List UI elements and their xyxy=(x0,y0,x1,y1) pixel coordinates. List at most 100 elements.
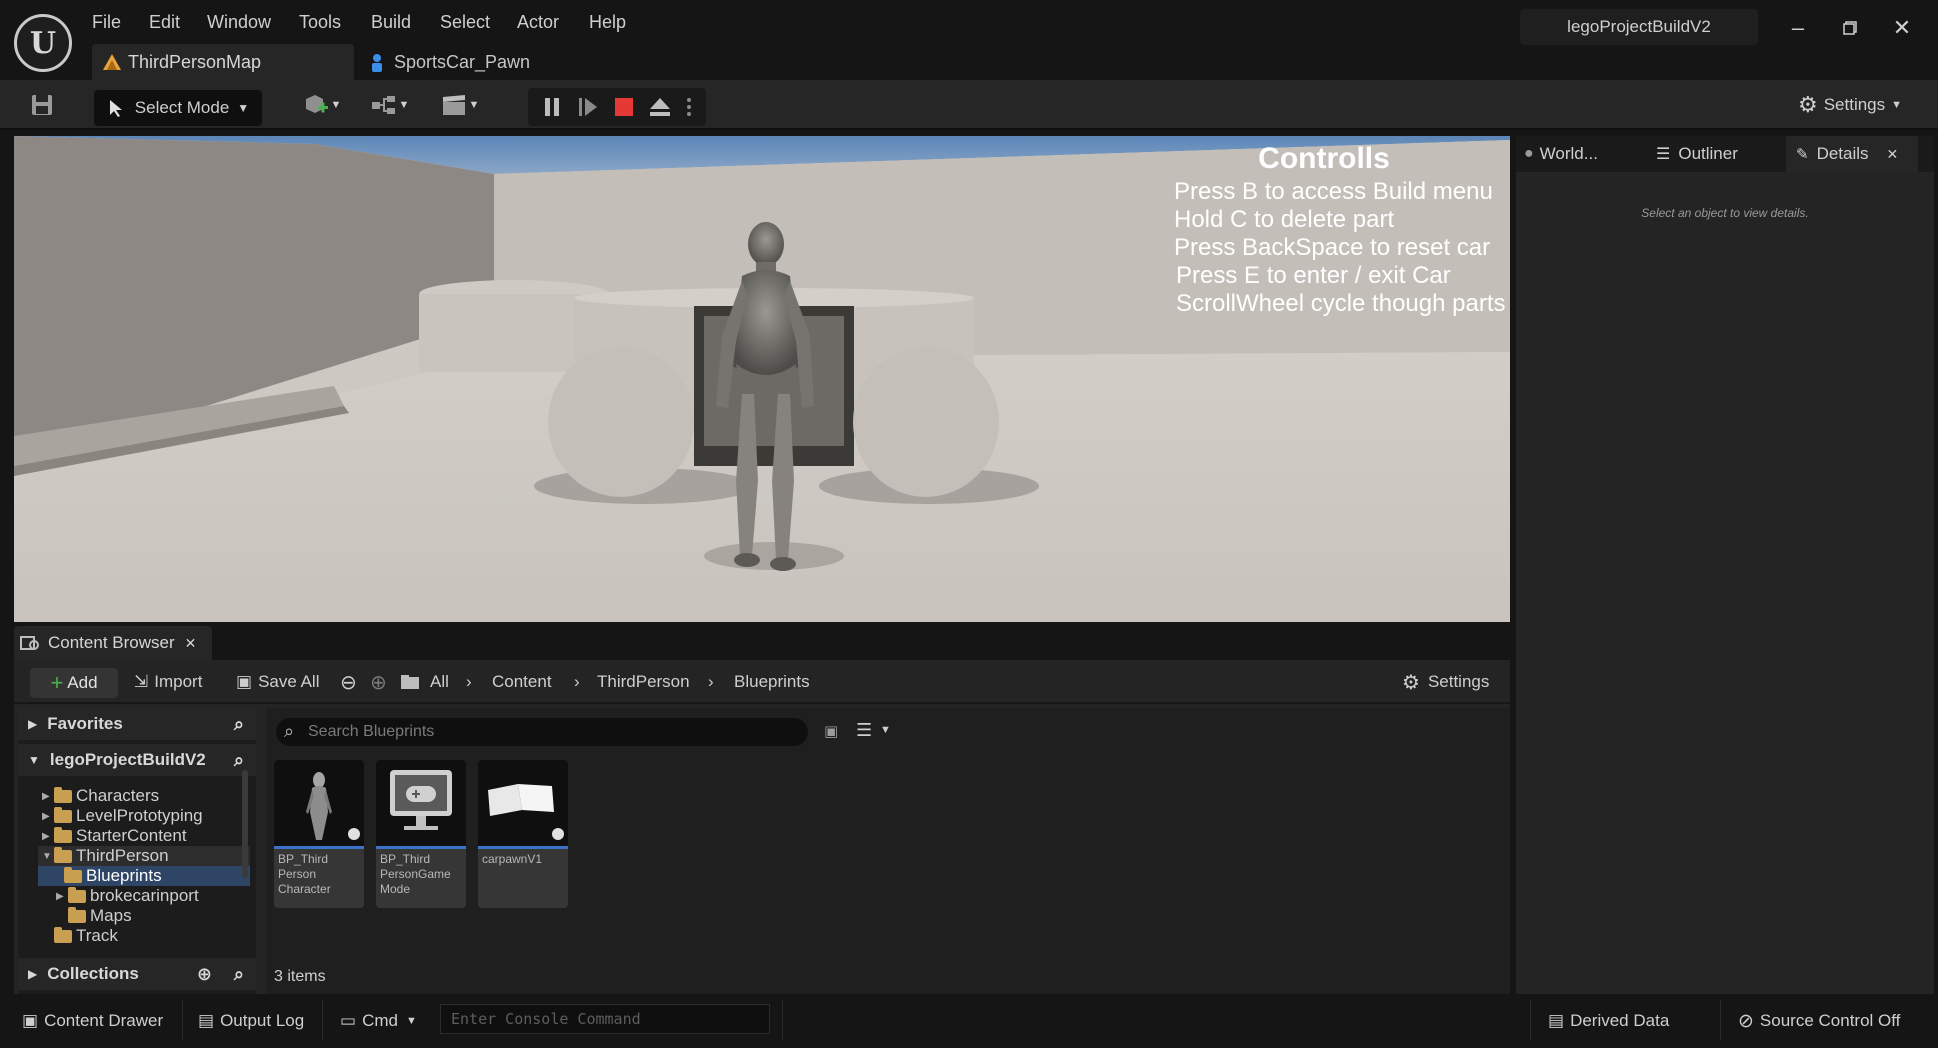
cinematics-button[interactable]: ▼ xyxy=(436,88,484,122)
blueprint-nodes-icon xyxy=(371,96,395,114)
tab-label: SportsCar_Pawn xyxy=(394,51,531,72)
output-log-button[interactable]: ▤ Output Log xyxy=(198,1004,304,1038)
tree-item-thirdperson[interactable]: ▼ ThirdPerson xyxy=(38,846,250,866)
menu-tools[interactable]: Tools xyxy=(299,12,341,38)
play-controls xyxy=(528,88,706,126)
stop-icon[interactable] xyxy=(610,92,638,122)
minimize-icon[interactable]: – xyxy=(1784,14,1812,42)
search-icon[interactable]: ⌕ xyxy=(234,750,244,771)
settings-button[interactable]: ⚙ Settings ▼ xyxy=(1790,88,1910,122)
controls-line: Press BackSpace to reset car xyxy=(1174,234,1491,261)
tab-sportscar-pawn[interactable]: SportsCar_Pawn xyxy=(358,44,598,80)
add-collection-icon[interactable]: ⊕ xyxy=(197,964,212,985)
filter-icon[interactable]: ☰ xyxy=(856,720,872,741)
close-icon[interactable]: ✕ xyxy=(1887,146,1899,163)
project-section[interactable]: ▼ legoProjectBuildV2 ⌕ xyxy=(18,744,256,776)
controls-title: Controlls xyxy=(1258,142,1390,175)
tree-item-blueprints[interactable]: Blueprints xyxy=(38,866,250,886)
settings-label: Settings xyxy=(1427,672,1490,691)
tree-item-brokecarinport[interactable]: ▶ brokecarinport xyxy=(56,886,199,906)
add-button[interactable]: + Add xyxy=(30,668,118,698)
restore-icon[interactable] xyxy=(1836,14,1864,42)
eject-icon[interactable] xyxy=(646,92,674,122)
save-search-icon[interactable]: ▣ xyxy=(824,722,838,740)
content-browser-tabrow: Content Browser ✕ xyxy=(14,626,1510,660)
database-icon: ▤ xyxy=(1548,1011,1565,1030)
menu-help[interactable]: Help xyxy=(589,12,626,38)
breadcrumb-thirdperson[interactable]: ThirdPerson xyxy=(597,670,690,694)
menu-build[interactable]: Build xyxy=(371,12,411,38)
no-entry-icon: ⊘ xyxy=(1738,1010,1754,1032)
chevron-down-icon: ▼ xyxy=(28,753,40,767)
search-icon[interactable]: ⌕ xyxy=(234,964,244,985)
menu-window[interactable]: Window xyxy=(207,12,271,38)
tree-scrollbar[interactable] xyxy=(242,770,248,878)
content-browser-icon xyxy=(20,634,40,657)
cb-settings-button[interactable]: ⚙ Settings xyxy=(1402,670,1489,694)
close-icon[interactable]: ✕ xyxy=(185,635,197,652)
tab-world-settings[interactable]: ● World... xyxy=(1524,136,1598,172)
more-options-icon[interactable] xyxy=(680,92,698,122)
cursor-icon xyxy=(109,100,122,117)
controls-line: Hold C to delete part xyxy=(1174,206,1395,233)
menu-actor[interactable]: Actor xyxy=(517,12,559,38)
breadcrumb-separator: › xyxy=(708,672,714,691)
menu-select[interactable]: Select xyxy=(440,12,490,38)
derived-data-button[interactable]: ▤ Derived Data xyxy=(1548,1004,1669,1038)
chevron-right-icon: ▶ xyxy=(28,967,38,981)
controls-line: Press B to access Build menu xyxy=(1174,178,1493,205)
forward-icon[interactable]: ⊕ xyxy=(370,670,387,694)
list-icon: ☰ xyxy=(1656,146,1671,163)
back-icon[interactable]: ⊖ xyxy=(340,670,357,694)
divider xyxy=(182,1000,183,1040)
add-actor-button[interactable]: ▼ xyxy=(298,88,346,122)
asset-tile[interactable]: BP_Third Person Character xyxy=(274,760,364,908)
breadcrumb-content[interactable]: Content xyxy=(492,670,552,694)
breadcrumb-blueprints[interactable]: Blueprints xyxy=(734,670,810,694)
content-drawer-button[interactable]: ▣ Content Drawer xyxy=(22,1004,163,1038)
tree-item-track[interactable]: Track xyxy=(54,926,118,946)
plus-icon: + xyxy=(50,670,64,695)
level-viewport[interactable]: Controlls Press B to access Build menu H… xyxy=(14,136,1510,622)
search-input[interactable]: Search Blueprints xyxy=(276,718,808,746)
menu-file[interactable]: File xyxy=(92,12,121,38)
asset-type-bar xyxy=(478,846,568,849)
save-icon[interactable] xyxy=(26,88,58,122)
import-button[interactable]: ⇲ Import xyxy=(134,670,202,694)
asset-tile[interactable]: BP_Third PersonGame Mode xyxy=(376,760,466,908)
unreal-logo-icon[interactable]: U xyxy=(14,14,72,72)
select-mode-dropdown[interactable]: Select Mode ▼ xyxy=(94,90,262,126)
console-input[interactable]: Enter Console Command xyxy=(440,1004,770,1034)
tab-content-browser[interactable]: Content Browser ✕ xyxy=(14,626,212,660)
tab-label: World... xyxy=(1539,144,1598,163)
details-panel: ● World... ☰ Outliner ✎ Details ✕ Select… xyxy=(1516,136,1934,994)
clapperboard-icon xyxy=(442,95,465,115)
pause-icon[interactable] xyxy=(538,92,566,122)
blueprint-menu-button[interactable]: ▼ xyxy=(366,88,414,122)
tab-thirdpersonmap[interactable]: ThirdPersonMap xyxy=(92,44,354,80)
tab-details[interactable]: ✎ Details ✕ xyxy=(1786,136,1918,172)
terminal-icon: ▭ xyxy=(340,1011,357,1030)
tree-item-levelprototyping[interactable]: ▶ LevelPrototyping xyxy=(42,806,203,826)
title-bar: U File Edit Window Tools Build Select Ac… xyxy=(0,0,1938,80)
breadcrumb-all[interactable]: All xyxy=(430,670,449,694)
tab-outliner[interactable]: ☰ Outliner xyxy=(1656,136,1738,172)
asset-name: carpawnV1 xyxy=(482,852,543,866)
tree-item-startercontent[interactable]: ▶ StarterContent xyxy=(42,826,187,846)
search-icon[interactable]: ⌕ xyxy=(234,714,244,735)
breadcrumb-separator: › xyxy=(466,672,472,691)
save-all-button[interactable]: ▣ Save All xyxy=(236,670,320,694)
controls-line: ScrollWheel cycle though parts xyxy=(1176,290,1506,317)
menu-edit[interactable]: Edit xyxy=(149,12,180,38)
asset-tile[interactable]: carpawnV1 xyxy=(478,760,568,908)
step-forward-icon[interactable] xyxy=(574,92,602,122)
close-icon[interactable]: ✕ xyxy=(1888,14,1916,42)
tree-item-maps[interactable]: Maps xyxy=(68,906,132,926)
folder-icon xyxy=(54,806,72,823)
cmd-dropdown[interactable]: ▭ Cmd ▼ xyxy=(340,1004,417,1038)
tab-label: ThirdPersonMap xyxy=(128,51,262,72)
favorites-section[interactable]: ▶ Favorites ⌕ xyxy=(18,708,256,740)
tree-item-characters[interactable]: ▶ Characters xyxy=(42,786,159,806)
source-control-button[interactable]: ⊘ Source Control Off xyxy=(1738,1004,1900,1038)
collections-section[interactable]: ▶ Collections ⊕ ⌕ xyxy=(18,958,256,990)
